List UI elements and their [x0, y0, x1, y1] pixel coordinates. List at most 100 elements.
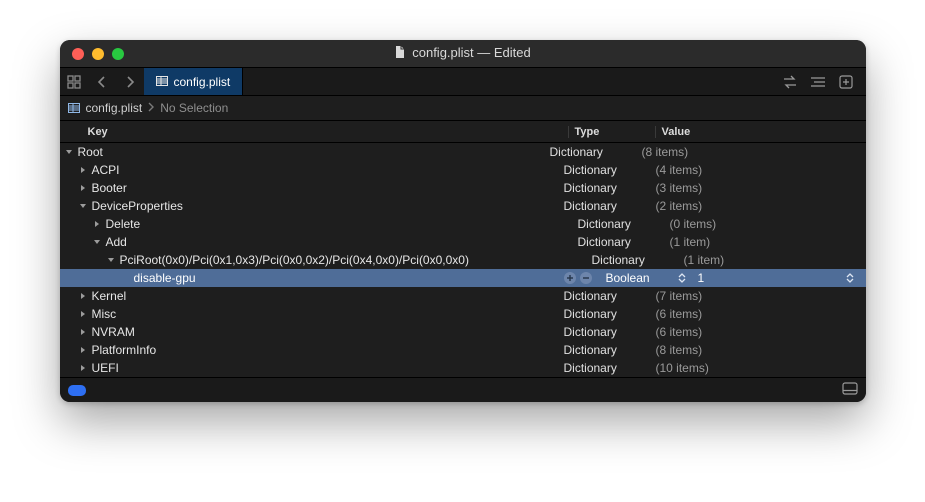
type-cell: Dictionary — [558, 181, 650, 195]
disclosure-closed-icon[interactable] — [78, 292, 88, 300]
minimize-window-button[interactable] — [92, 48, 104, 60]
toolbar-right — [778, 68, 866, 95]
stepper-icon[interactable] — [678, 273, 686, 283]
key-cell[interactable]: Kernel — [60, 289, 558, 303]
tree-row[interactable]: PlatformInfoDictionary(8 items) — [60, 341, 866, 359]
type-text: Dictionary — [564, 307, 617, 321]
disclosure-open-icon[interactable] — [78, 202, 88, 210]
key-text: Misc — [92, 307, 117, 321]
remove-row-button[interactable] — [580, 272, 592, 284]
plist-file-icon — [68, 103, 80, 113]
breadcrumb: config.plist No Selection — [60, 96, 866, 121]
back-button[interactable] — [88, 76, 116, 88]
close-window-button[interactable] — [72, 48, 84, 60]
tree-row[interactable]: Kernel Dictionary (7 items) — [60, 287, 866, 305]
value-text: (3 items) — [656, 181, 703, 195]
window-title-text: config.plist — Edited — [412, 45, 531, 60]
disclosure-closed-icon[interactable] — [78, 166, 88, 174]
value-cell: (7 items) — [650, 289, 866, 303]
disclosure-closed-icon[interactable] — [78, 346, 88, 354]
value-cell: (3 items) — [650, 181, 866, 195]
type-text: Dictionary — [564, 289, 617, 303]
key-cell[interactable]: disable-gpu — [60, 271, 600, 285]
type-text: Dictionary — [564, 163, 617, 177]
type-text: Dictionary — [578, 235, 631, 249]
key-cell[interactable]: Misc — [60, 307, 558, 321]
type-text: Dictionary — [592, 253, 645, 267]
disclosure-closed-icon[interactable] — [92, 220, 102, 228]
tree-row[interactable]: Root Dictionary (8 items) — [60, 143, 866, 161]
status-indicator[interactable] — [68, 385, 86, 396]
type-cell: Dictionary — [558, 163, 650, 177]
disclosure-open-icon[interactable] — [64, 148, 74, 156]
value-cell: (10 items) — [650, 361, 866, 375]
key-cell[interactable]: PlatformInfo — [60, 343, 558, 357]
type-text: Dictionary — [564, 361, 617, 375]
type-cell: Dictionary — [544, 145, 636, 159]
type-cell[interactable]: Boolean — [600, 271, 692, 285]
key-cell[interactable]: PciRoot(0x0)/Pci(0x1,0x3)/Pci(0x0,0x2)/P… — [60, 253, 586, 267]
tree-row[interactable]: ACPI Dictionary (4 items) — [60, 161, 866, 179]
disclosure-open-icon[interactable] — [92, 238, 102, 246]
titlebar: config.plist — Edited — [60, 40, 866, 68]
column-header-value[interactable]: Value — [655, 126, 866, 138]
add-row-button[interactable] — [564, 272, 576, 284]
column-header-key[interactable]: Key — [60, 126, 568, 138]
tree-row[interactable]: NVRAMDictionary(6 items) — [60, 323, 866, 341]
disclosure-closed-icon[interactable] — [78, 328, 88, 336]
grid-view-button[interactable] — [60, 75, 88, 89]
value-cell: (6 items) — [650, 307, 866, 321]
disclosure-closed-icon[interactable] — [78, 310, 88, 318]
key-cell[interactable]: Add — [60, 235, 572, 249]
tab-config-plist[interactable]: config.plist — [144, 68, 244, 95]
key-cell[interactable]: ACPI — [60, 163, 558, 177]
tree-row[interactable]: UEFI Dictionary (10 items) — [60, 359, 866, 377]
value-text: (0 items) — [670, 217, 717, 231]
stepper-icon[interactable] — [846, 273, 854, 283]
tree-row[interactable]: AddDictionary(1 item) — [60, 233, 866, 251]
value-cell[interactable]: 1 — [692, 271, 866, 285]
tree-row[interactable]: disable-gpu Boolean 1 — [60, 269, 866, 287]
value-text: 1 — [698, 271, 705, 285]
key-cell[interactable]: DeviceProperties — [60, 199, 558, 213]
disclosure-open-icon[interactable] — [106, 256, 116, 264]
type-text: Dictionary — [564, 181, 617, 195]
type-text: Dictionary — [564, 343, 617, 357]
window-title: config.plist — Edited — [60, 45, 866, 62]
tree-row[interactable]: DeleteDictionary(0 items) — [60, 215, 866, 233]
breadcrumb-file[interactable]: config.plist — [86, 101, 143, 115]
value-cell: (0 items) — [664, 217, 866, 231]
key-cell[interactable]: Root — [60, 145, 544, 159]
key-text: ACPI — [92, 163, 120, 177]
panel-toggle-icon[interactable] — [842, 382, 858, 398]
key-text: Add — [106, 235, 127, 249]
key-text: Kernel — [92, 289, 127, 303]
tree-row[interactable]: DevicePropertiesDictionary(2 items) — [60, 197, 866, 215]
forward-button[interactable] — [116, 76, 144, 88]
tree-row[interactable]: Booter Dictionary (3 items) — [60, 179, 866, 197]
column-header-type[interactable]: Type — [568, 126, 655, 138]
key-cell[interactable]: NVRAM — [60, 325, 558, 339]
swap-icon[interactable] — [778, 75, 802, 89]
tree-row[interactable]: PciRoot(0x0)/Pci(0x1,0x3)/Pci(0x0,0x2)/P… — [60, 251, 866, 269]
column-headers: Key Type Value — [60, 121, 866, 143]
type-text: Boolean — [606, 271, 650, 285]
add-panel-icon[interactable] — [834, 75, 858, 89]
disclosure-closed-icon[interactable] — [78, 364, 88, 372]
value-cell: (1 item) — [678, 253, 866, 267]
key-text: PlatformInfo — [92, 343, 157, 357]
outline-icon[interactable] — [806, 76, 830, 88]
type-text: Dictionary — [550, 145, 603, 159]
key-cell[interactable]: Delete — [60, 217, 572, 231]
disclosure-closed-icon[interactable] — [78, 184, 88, 192]
zoom-window-button[interactable] — [112, 48, 124, 60]
value-text: (10 items) — [656, 361, 709, 375]
value-cell: (4 items) — [650, 163, 866, 177]
key-cell[interactable]: Booter — [60, 181, 558, 195]
key-text: DeviceProperties — [92, 199, 183, 213]
value-text: (8 items) — [642, 145, 689, 159]
value-cell: (6 items) — [650, 325, 866, 339]
statusbar — [60, 377, 866, 402]
key-cell[interactable]: UEFI — [60, 361, 558, 375]
tree-row[interactable]: Misc Dictionary (6 items) — [60, 305, 866, 323]
